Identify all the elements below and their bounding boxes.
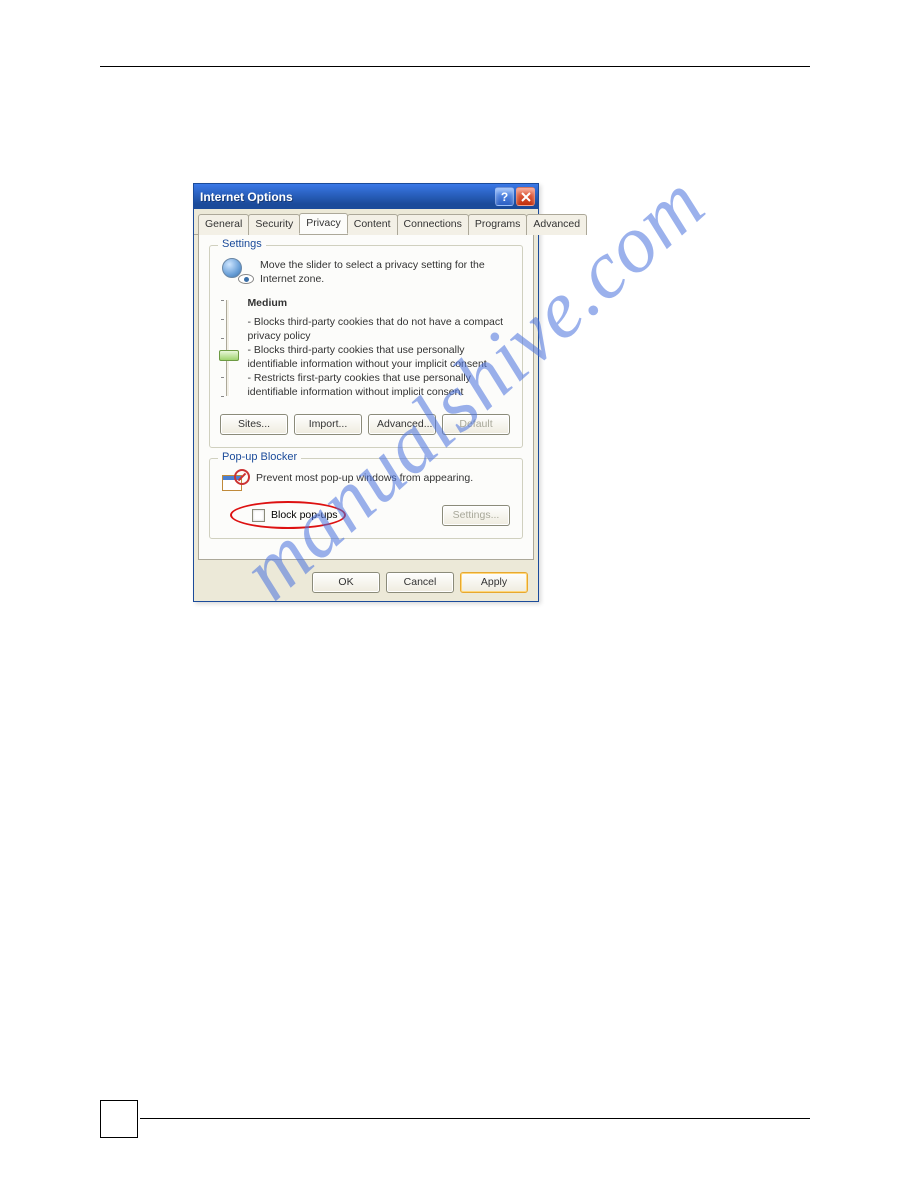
advanced-button[interactable]: Advanced... <box>368 414 436 435</box>
privacy-level-label: Medium <box>247 296 510 310</box>
tab-connections[interactable]: Connections <box>397 214 469 235</box>
page-rule-top <box>100 66 810 67</box>
dialog-footer: OK Cancel Apply <box>194 564 538 601</box>
privacy-slider[interactable] <box>222 296 233 399</box>
apply-button[interactable]: Apply <box>460 572 528 593</box>
settings-group-title: Settings <box>218 238 266 250</box>
ok-button[interactable]: OK <box>312 572 380 593</box>
privacy-bullet: - Blocks third-party cookies that use pe… <box>247 343 510 371</box>
internet-options-dialog: Internet Options ? General Security Priv… <box>193 183 539 602</box>
block-popups-label: Block pop-ups <box>271 509 338 521</box>
sites-button[interactable]: Sites... <box>220 414 288 435</box>
popup-intro-text: Prevent most pop-up windows from appeari… <box>256 471 473 485</box>
tab-general[interactable]: General <box>198 214 249 235</box>
tab-strip: General Security Privacy Content Connect… <box>194 209 538 235</box>
block-popups-checkbox[interactable]: Block pop-ups <box>252 509 338 522</box>
popup-blocker-icon <box>222 471 246 495</box>
checkbox-box[interactable] <box>252 509 265 522</box>
tab-security[interactable]: Security <box>248 214 300 235</box>
cancel-button[interactable]: Cancel <box>386 572 454 593</box>
settings-intro-text: Move the slider to select a privacy sett… <box>260 258 510 286</box>
slider-thumb[interactable] <box>219 350 239 361</box>
settings-groupbox: Settings Move the slider to select a pri… <box>209 245 523 448</box>
titlebar[interactable]: Internet Options ? <box>194 184 538 209</box>
help-button[interactable]: ? <box>495 187 514 206</box>
privacy-bullet: - Blocks third-party cookies that do not… <box>247 315 510 343</box>
popup-blocker-groupbox: Pop-up Blocker Prevent most pop-up windo… <box>209 458 523 539</box>
window-title: Internet Options <box>200 190 493 204</box>
tab-content[interactable]: Content <box>347 214 398 235</box>
close-button[interactable] <box>516 187 535 206</box>
import-button[interactable]: Import... <box>294 414 362 435</box>
close-icon <box>521 192 531 202</box>
tab-privacy[interactable]: Privacy <box>299 213 347 234</box>
privacy-description: Medium - Blocks third-party cookies that… <box>247 296 510 399</box>
tab-programs[interactable]: Programs <box>468 214 528 235</box>
privacy-globe-icon <box>222 258 250 282</box>
popup-group-title: Pop-up Blocker <box>218 451 301 463</box>
page-number-box <box>100 1100 138 1138</box>
tab-advanced[interactable]: Advanced <box>526 214 587 235</box>
privacy-panel: Settings Move the slider to select a pri… <box>198 235 534 560</box>
privacy-bullet: - Restricts first-party cookies that use… <box>247 371 510 399</box>
page-rule-bottom <box>140 1118 810 1119</box>
popup-settings-button: Settings... <box>442 505 510 526</box>
default-button: Default <box>442 414 510 435</box>
settings-button-row: Sites... Import... Advanced... Default <box>222 414 510 435</box>
